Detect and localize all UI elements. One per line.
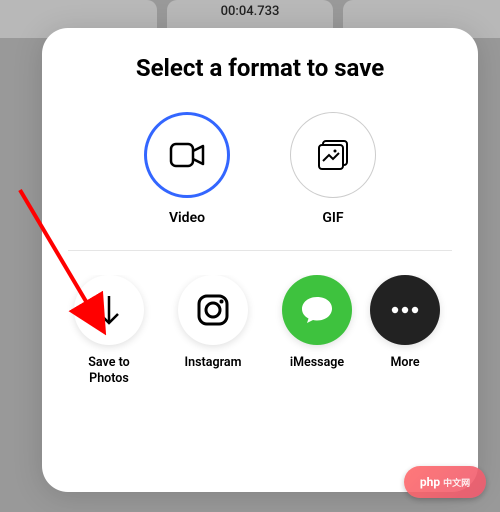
share-label: iMessage <box>290 355 344 371</box>
share-label: Save to Photos <box>88 355 129 386</box>
download-icon <box>74 275 144 345</box>
share-save-to-photos[interactable]: Save to Photos <box>68 275 150 386</box>
share-label: Instagram <box>185 355 242 371</box>
imessage-icon <box>282 275 352 345</box>
watermark: php 中文网 <box>404 466 486 498</box>
watermark-text: php <box>420 475 440 489</box>
share-more[interactable]: More <box>380 275 430 386</box>
watermark-sub: 中文网 <box>443 476 470 489</box>
share-sheet: Select a format to save Video GIF <box>42 28 478 492</box>
format-row: Video GIF <box>42 112 478 226</box>
gif-icon <box>290 112 376 198</box>
timestamp: 00:04.733 <box>221 4 280 19</box>
instagram-icon <box>178 275 248 345</box>
video-icon <box>144 112 230 198</box>
share-imessage[interactable]: iMessage <box>276 275 358 386</box>
sheet-title: Select a format to save <box>42 54 478 82</box>
divider <box>68 250 452 251</box>
format-label: GIF <box>322 210 343 226</box>
more-icon <box>370 275 440 345</box>
format-video[interactable]: Video <box>144 112 230 226</box>
share-row: Save to Photos Instagram iMessage <box>42 275 478 386</box>
share-label: More <box>390 355 419 371</box>
share-instagram[interactable]: Instagram <box>172 275 254 386</box>
format-label: Video <box>169 210 205 226</box>
format-gif[interactable]: GIF <box>290 112 376 226</box>
